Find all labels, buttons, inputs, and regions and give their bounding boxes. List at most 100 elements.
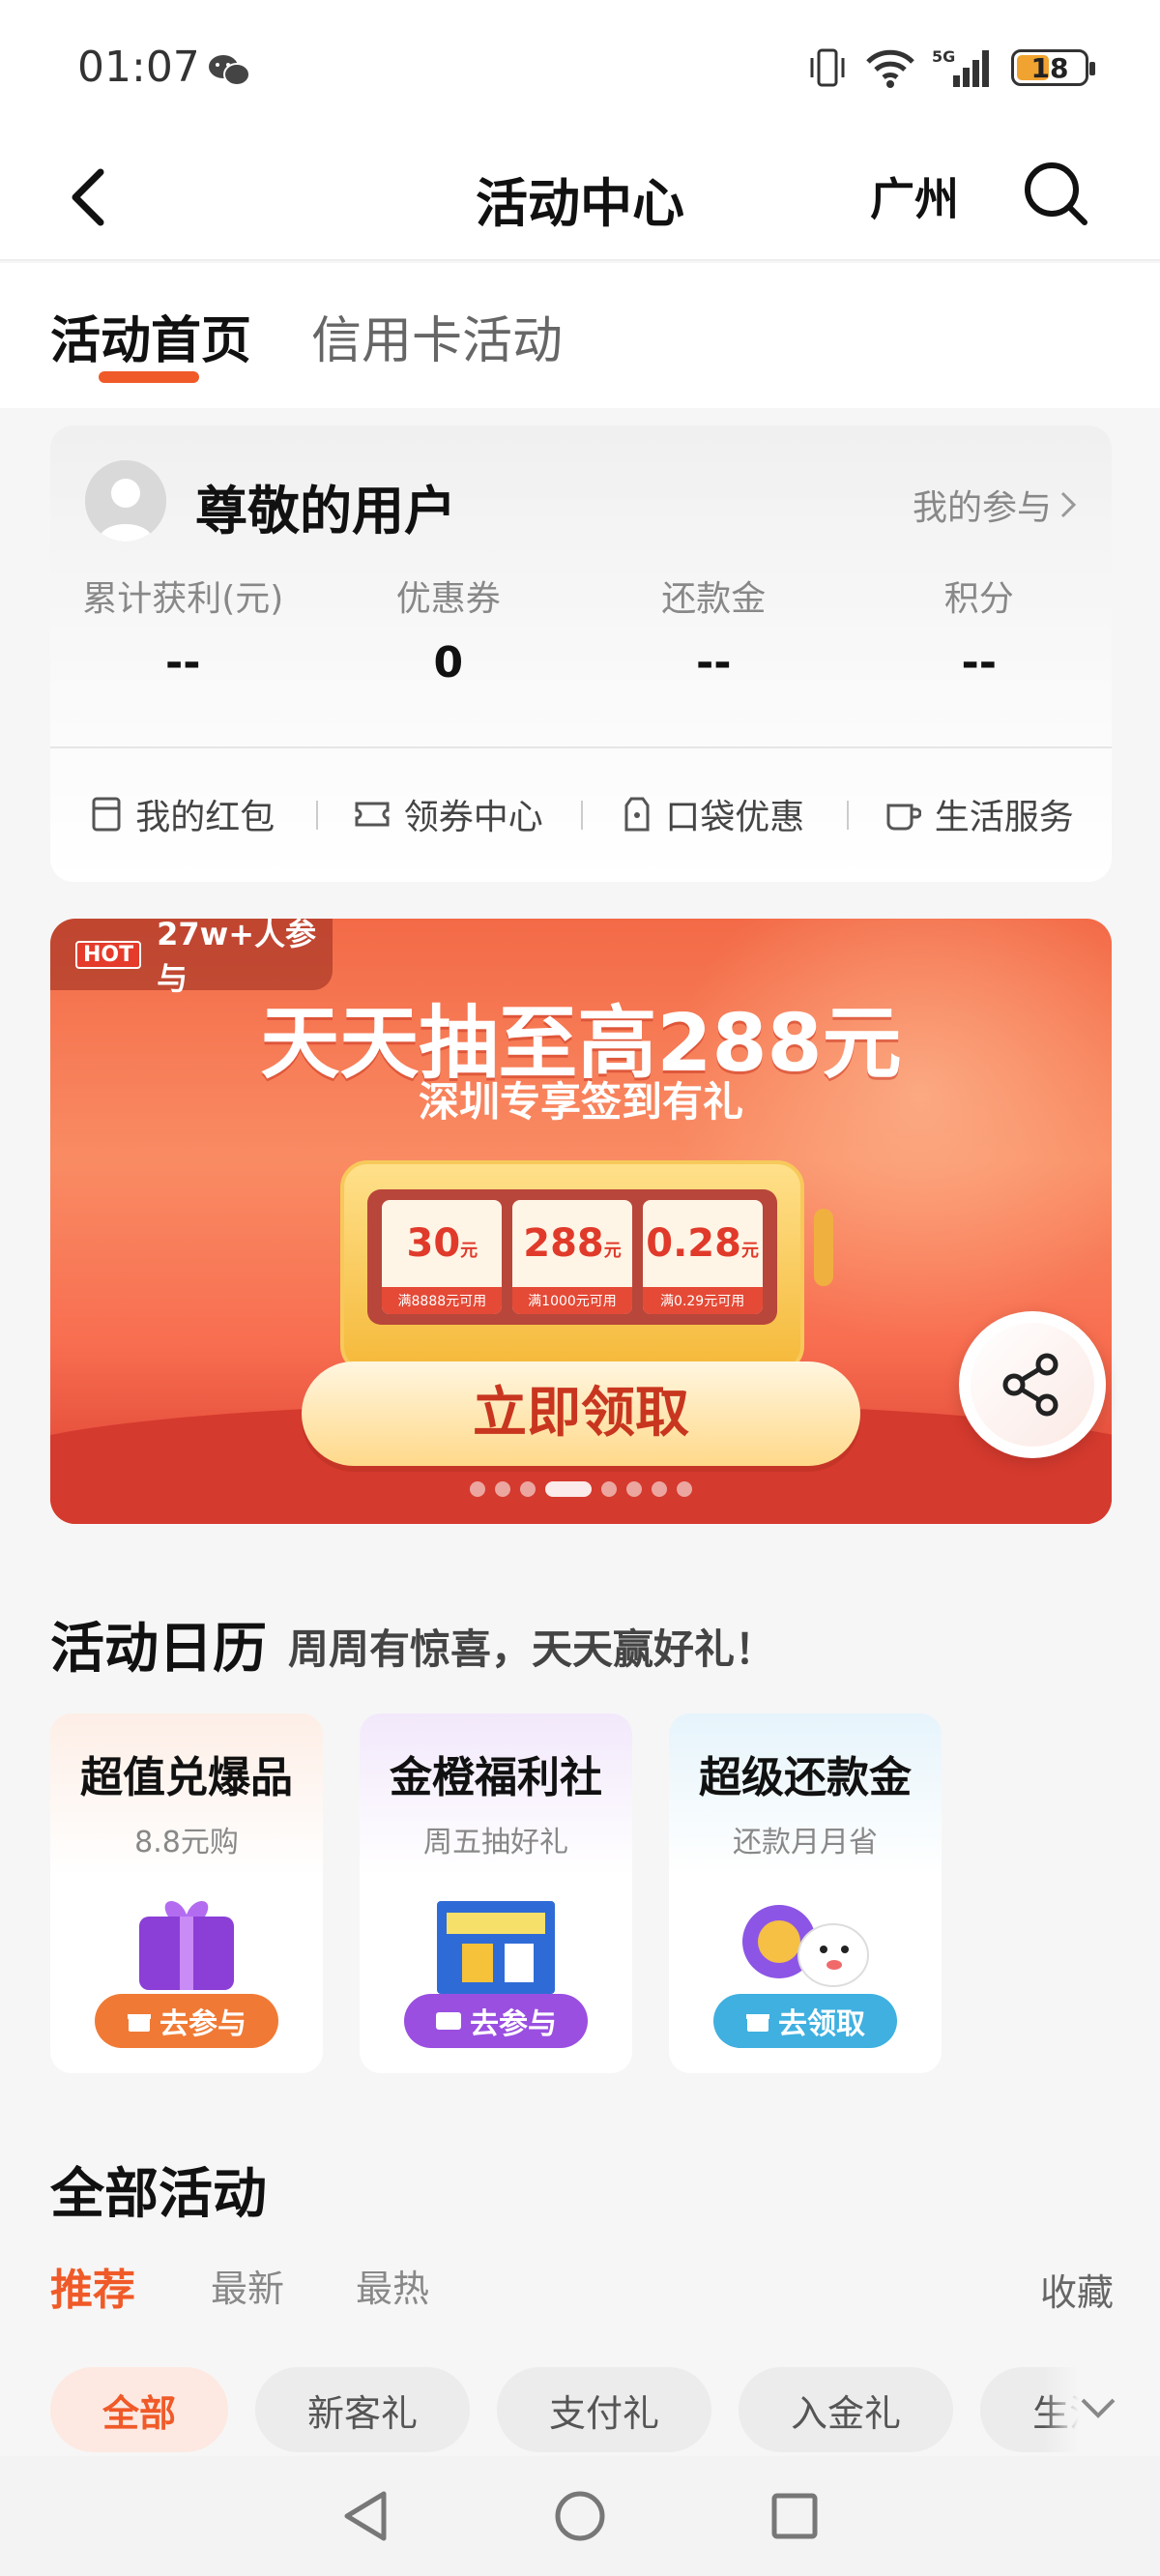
coupon-condition: 满1000元可用 (511, 1287, 632, 1314)
red-packet-icon (92, 797, 121, 832)
user-summary-card: 尊敬的用户 我的参与 累计获利(元) -- 优惠券 0 还款金 -- 积分 -- (50, 425, 1112, 882)
search-icon (1025, 162, 1088, 225)
status-time: 01:07 (77, 43, 200, 92)
share-button[interactable] (959, 1311, 1106, 1458)
coupon-condition: 满8888元可用 (382, 1287, 503, 1314)
city-selector[interactable]: 广州 (870, 164, 959, 228)
calendar-card-super-repayment[interactable]: 超级还款金 还款月月省 去领取 (669, 1713, 942, 2073)
card-action-button[interactable]: 去参与 (404, 1994, 588, 2048)
recents-square-icon[interactable] (770, 2492, 819, 2540)
card-action-button[interactable]: 去参与 (95, 1994, 278, 2048)
slot-lever (814, 1209, 833, 1286)
coupon-unit: 元 (740, 1241, 759, 1261)
tab-activity-home[interactable]: 活动首页 (50, 300, 251, 372)
stat-total-profit[interactable]: 累计获利(元) -- (50, 571, 316, 688)
slot-machine-illustration: 30元 满8888元可用 288元 满1000元可用 0.28元 满0.29元可… (340, 1160, 804, 1373)
banner-subtitle: 深圳专享签到有礼 (418, 1078, 743, 1126)
battery-level: 18 (1030, 51, 1069, 84)
all-activities-title: 全部活动 (50, 2163, 267, 2226)
stat-label: 还款金 (661, 579, 767, 619)
claim-now-button[interactable]: 立即领取 (302, 1361, 860, 1466)
coupon-reel: 30元 满8888元可用 (382, 1200, 503, 1314)
stat-label: 累计获利(元) (82, 579, 284, 619)
signal-5g-icon: 5G (932, 47, 989, 87)
chevron-right-icon (1060, 491, 1077, 518)
my-participation-link[interactable]: 我的参与 (913, 480, 1077, 530)
quick-links: 我的红包 领券中心 口袋优惠 生活服务 (50, 789, 1112, 839)
carousel-dot[interactable] (601, 1481, 617, 1497)
home-circle-icon[interactable] (554, 2490, 606, 2542)
carousel-dot[interactable] (520, 1481, 536, 1497)
divider (50, 746, 1112, 748)
card-subtitle: 8.8元购 (134, 1826, 239, 1859)
chip-payment[interactable]: 支付礼 (497, 2367, 712, 2452)
page-title: 活动中心 (476, 173, 684, 234)
calendar-title: 活动日历 (50, 1618, 267, 1681)
my-participation-label: 我的参与 (912, 488, 1052, 528)
stat-points[interactable]: 积分 -- (847, 571, 1113, 688)
carousel-dot[interactable] (545, 1481, 592, 1497)
carousel-dots (50, 1481, 1112, 1497)
avatar[interactable] (85, 460, 166, 542)
coupon-reel: 288元 满1000元可用 (511, 1200, 632, 1314)
search-button[interactable] (1021, 159, 1092, 234)
gift-icon (746, 2014, 769, 2032)
carousel-dot[interactable] (652, 1481, 667, 1497)
quick-link-pocket-deals[interactable]: 口袋优惠 (581, 789, 847, 839)
sort-tab-hottest[interactable]: 最热 (356, 2259, 429, 2312)
carousel-dot[interactable] (677, 1481, 692, 1497)
stat-value: -- (164, 638, 201, 688)
wifi-icon (866, 49, 914, 88)
chip-deposit[interactable]: 入金礼 (739, 2367, 954, 2452)
stat-value: -- (695, 638, 732, 688)
chevron-down-icon (1081, 2398, 1116, 2418)
stat-value: -- (961, 638, 998, 688)
stat-repayment-credit[interactable]: 还款金 -- (581, 571, 847, 688)
card-subtitle: 周五抽好礼 (423, 1826, 568, 1859)
vibrate-icon (810, 48, 845, 87)
calendar-card-golden-orange-club[interactable]: 金橙福利社 周五抽好礼 去参与 (360, 1713, 632, 2073)
promo-banner[interactable]: HOT 27w+人参与 天天抽至高288元 深圳专享签到有礼 30元 满8888… (50, 919, 1112, 1524)
carousel-dot[interactable] (495, 1481, 510, 1497)
card-title: 超级还款金 (699, 1753, 912, 1802)
stat-label: 优惠券 (395, 579, 501, 619)
wechat-icon (209, 55, 250, 86)
stat-coupons[interactable]: 优惠券 0 (316, 571, 582, 688)
chip-new-customer[interactable]: 新客礼 (255, 2367, 471, 2452)
calendar-card-super-deals[interactable]: 超值兑爆品 8.8元购 去参与 (50, 1713, 323, 2073)
chip-all[interactable]: 全部 (50, 2367, 229, 2452)
tab-credit-card-activity[interactable]: 信用卡活动 (311, 300, 563, 372)
gift-icon (128, 2014, 151, 2032)
stat-value: 0 (433, 638, 464, 688)
sort-tab-recommended[interactable]: 推荐 (50, 2255, 135, 2317)
coupon-value: 30 (406, 1221, 461, 1266)
quick-link-label: 口袋优惠 (665, 798, 805, 837)
user-name: 尊敬的用户 (195, 481, 456, 542)
quick-link-label: 我的红包 (135, 798, 276, 837)
slot-reels: 30元 满8888元可用 288元 满1000元可用 0.28元 满0.29元可… (367, 1189, 777, 1325)
card-button-label: 去参与 (470, 2007, 557, 2041)
quick-link-life-services[interactable]: 生活服务 (846, 789, 1113, 839)
ticket-icon (355, 802, 390, 827)
coupon-value: 288 (523, 1221, 604, 1266)
back-triangle-icon[interactable] (341, 2490, 390, 2542)
gift-box-icon (139, 1900, 234, 1990)
calendar-subtitle: 周周有惊喜，天天赢好礼！ (288, 1625, 776, 1673)
card-button-label: 去领取 (778, 2007, 865, 2041)
quick-link-coupon-center[interactable]: 领券中心 (315, 789, 582, 839)
favorites-link[interactable]: 收藏 (1040, 2263, 1114, 2316)
category-chips: 全部 新客礼 支付礼 入金礼 生活 (50, 2367, 1159, 2452)
pocket-icon (624, 797, 650, 832)
sort-tab-latest[interactable]: 最新 (211, 2259, 284, 2312)
active-tab-indicator (99, 371, 199, 383)
carousel-dot[interactable] (626, 1481, 642, 1497)
top-tabs: 活动首页 信用卡活动 (0, 263, 1160, 408)
quick-link-red-packet[interactable]: 我的红包 (50, 789, 316, 839)
expand-categories-button[interactable] (1044, 2350, 1160, 2466)
coupon-condition: 满0.29元可用 (642, 1287, 763, 1314)
coupon-reel: 0.28元 满0.29元可用 (642, 1200, 763, 1314)
stat-label: 积分 (943, 579, 1014, 619)
carousel-dot[interactable] (470, 1481, 485, 1497)
share-icon (1002, 1353, 1058, 1417)
card-action-button[interactable]: 去领取 (713, 1994, 897, 2048)
